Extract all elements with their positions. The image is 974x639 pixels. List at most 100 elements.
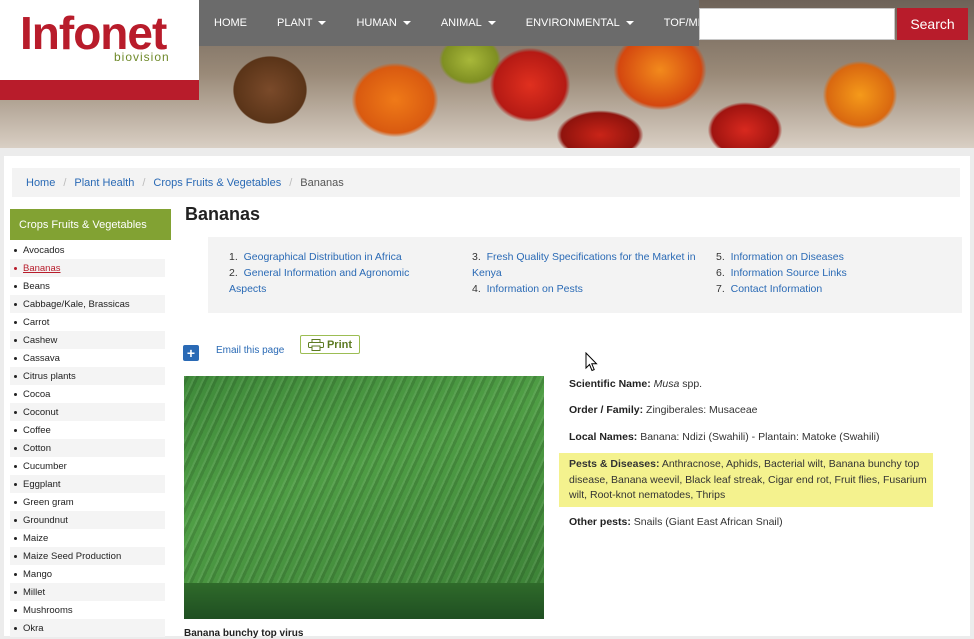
nav-item-home[interactable]: HOME — [199, 0, 262, 46]
bullet-icon — [14, 338, 17, 342]
toc-item: 1. Geographical Distribution in Africa — [229, 249, 449, 265]
sidebar-item-eggplant[interactable]: Eggplant — [10, 475, 165, 493]
bullet-icon — [14, 464, 17, 468]
bullet-icon — [14, 608, 17, 612]
sidebar-item-label: Maize Seed Production — [23, 550, 122, 562]
scientific-species: spp. — [682, 378, 703, 390]
caret-down-icon — [487, 21, 496, 25]
sidebar-item-label: Mango — [23, 568, 53, 580]
local-names-value: Banana: Ndizi (Swahili) - Plantain: Mato… — [640, 431, 880, 443]
sidebar-list: Avocados Bananas Beans Cabbage/Kale, Bra… — [10, 241, 165, 637]
sidebar-item-label: Cabbage/Kale, Brassicas — [23, 298, 130, 310]
sidebar-item-label: Carrot — [23, 316, 50, 328]
sidebar-item-label: Green gram — [23, 496, 74, 508]
toc-number: 6. — [716, 267, 725, 279]
other-pests-label: Other pests: — [569, 516, 631, 528]
sidebar-item-cucumber[interactable]: Cucumber — [10, 457, 165, 475]
toc-link-diseases[interactable]: Information on Diseases — [731, 251, 844, 263]
print-button[interactable]: Print — [300, 335, 360, 354]
bullet-icon — [14, 554, 17, 558]
bullet-icon — [14, 590, 17, 594]
sidebar-item-beans[interactable]: Beans — [10, 277, 165, 295]
sidebar-item-bananas[interactable]: Bananas — [10, 259, 165, 277]
search-button[interactable]: Search — [897, 8, 968, 40]
toc-link-geographical[interactable]: Geographical Distribution in Africa — [244, 251, 402, 263]
breadcrumb-plant-health[interactable]: Plant Health — [74, 177, 134, 189]
sidebar-item-cotton[interactable]: Cotton — [10, 439, 165, 457]
sidebar-item-label: Cassava — [23, 352, 60, 364]
toc-link-quality-specs[interactable]: Fresh Quality Specifications for the Mar… — [472, 251, 696, 279]
nav-label: HOME — [214, 17, 247, 29]
toc-item: 3. Fresh Quality Specifications for the … — [472, 249, 702, 281]
sidebar-item-cassava[interactable]: Cassava — [10, 349, 165, 367]
toc-link-source-links[interactable]: Information Source Links — [731, 267, 847, 279]
search-input[interactable] — [699, 8, 895, 40]
sidebar-item-cocoa[interactable]: Cocoa — [10, 385, 165, 403]
sidebar-item-label: Avocados — [23, 244, 65, 256]
breadcrumb-home[interactable]: Home — [26, 177, 55, 189]
main-nav: HOME PLANT HUMAN ANIMAL ENVIRONMENTAL TO… — [199, 0, 714, 46]
sidebar-item-label: Millet — [23, 586, 46, 598]
nav-label: PLANT — [277, 17, 313, 29]
bullet-icon — [14, 302, 17, 306]
bullet-icon — [14, 518, 17, 522]
sidebar-item-mushrooms[interactable]: Mushrooms — [10, 601, 165, 619]
sidebar-item-groundnut[interactable]: Groundnut — [10, 511, 165, 529]
nav-item-human[interactable]: HUMAN — [341, 0, 425, 46]
sidebar-item-maize[interactable]: Maize — [10, 529, 165, 547]
toc-item: 4. Information on Pests — [472, 281, 702, 297]
sidebar-item-carrot[interactable]: Carrot — [10, 313, 165, 331]
logo-sub-text: biovision — [114, 50, 170, 64]
sidebar-item-citrus[interactable]: Citrus plants — [10, 367, 165, 385]
email-this-page-link[interactable]: Email this page — [216, 345, 284, 356]
sidebar-item-avocados[interactable]: Avocados — [10, 241, 165, 259]
sidebar-item-label: Cashew — [23, 334, 58, 346]
sidebar-item-label: Coffee — [23, 424, 51, 436]
sidebar-item-label: Eggplant — [23, 478, 61, 490]
bullet-icon — [14, 374, 17, 378]
order-family-value: Zingiberales: Musaceae — [646, 404, 758, 416]
toc-link-general-info[interactable]: General Information and Agronomic Aspect… — [229, 267, 409, 295]
scientific-name: Scientific Name: Musa spp. — [569, 377, 702, 392]
scientific-name-label: Scientific Name: — [569, 378, 651, 390]
nav-item-plant[interactable]: PLANT — [262, 0, 341, 46]
bullet-icon — [14, 284, 17, 288]
sidebar-item-label: Citrus plants — [23, 370, 76, 382]
order-family-label: Order / Family: — [569, 404, 644, 416]
sidebar-item-coffee[interactable]: Coffee — [10, 421, 165, 439]
toc-item: 2. General Information and Agronomic Asp… — [229, 265, 449, 297]
sidebar-item-label: Bananas — [23, 262, 61, 274]
printer-icon — [307, 338, 324, 351]
sidebar-item-millet[interactable]: Millet — [10, 583, 165, 601]
image-caption: Banana bunchy top virus — [184, 628, 304, 639]
sidebar-item-label: Maize — [23, 532, 49, 544]
logo[interactable]: Infonet biovision — [0, 0, 199, 100]
pests-diseases-label: Pests & Diseases: — [569, 458, 660, 470]
toc-item: 7. Contact Information — [716, 281, 946, 297]
toc-item: 5. Information on Diseases — [716, 249, 946, 265]
sidebar-item-cabbage[interactable]: Cabbage/Kale, Brassicas — [10, 295, 165, 313]
nav-item-environmental[interactable]: ENVIRONMENTAL — [511, 0, 649, 46]
bullet-icon — [14, 446, 17, 450]
bullet-icon — [14, 248, 17, 252]
share-plus-icon[interactable]: + — [183, 345, 199, 361]
toc-number: 2. — [229, 267, 238, 279]
toc-column: 5. Information on Diseases 6. Informatio… — [716, 249, 946, 297]
toc-link-pests[interactable]: Information on Pests — [487, 283, 583, 295]
toc-link-contact[interactable]: Contact Information — [731, 283, 823, 295]
sidebar-item-cashew[interactable]: Cashew — [10, 331, 165, 349]
other-pests: Other pests: Snails (Giant East African … — [569, 515, 783, 530]
sidebar-item-green-gram[interactable]: Green gram — [10, 493, 165, 511]
nav-item-animal[interactable]: ANIMAL — [426, 0, 511, 46]
nav-label: HUMAN — [356, 17, 397, 29]
sidebar-item-coconut[interactable]: Coconut — [10, 403, 165, 421]
sidebar-item-maize-seed[interactable]: Maize Seed Production — [10, 547, 165, 565]
sidebar-item-mango[interactable]: Mango — [10, 565, 165, 583]
sidebar-title[interactable]: Crops Fruits & Vegetables — [10, 209, 171, 240]
local-names-label: Local Names: — [569, 431, 638, 443]
order-family: Order / Family: Zingiberales: Musaceae — [569, 403, 758, 418]
breadcrumb-crops[interactable]: Crops Fruits & Vegetables — [153, 177, 281, 189]
leaf-image-shadow — [184, 583, 544, 619]
sidebar-item-okra[interactable]: Okra — [10, 619, 165, 637]
sidebar-item-label: Okra — [23, 622, 44, 634]
